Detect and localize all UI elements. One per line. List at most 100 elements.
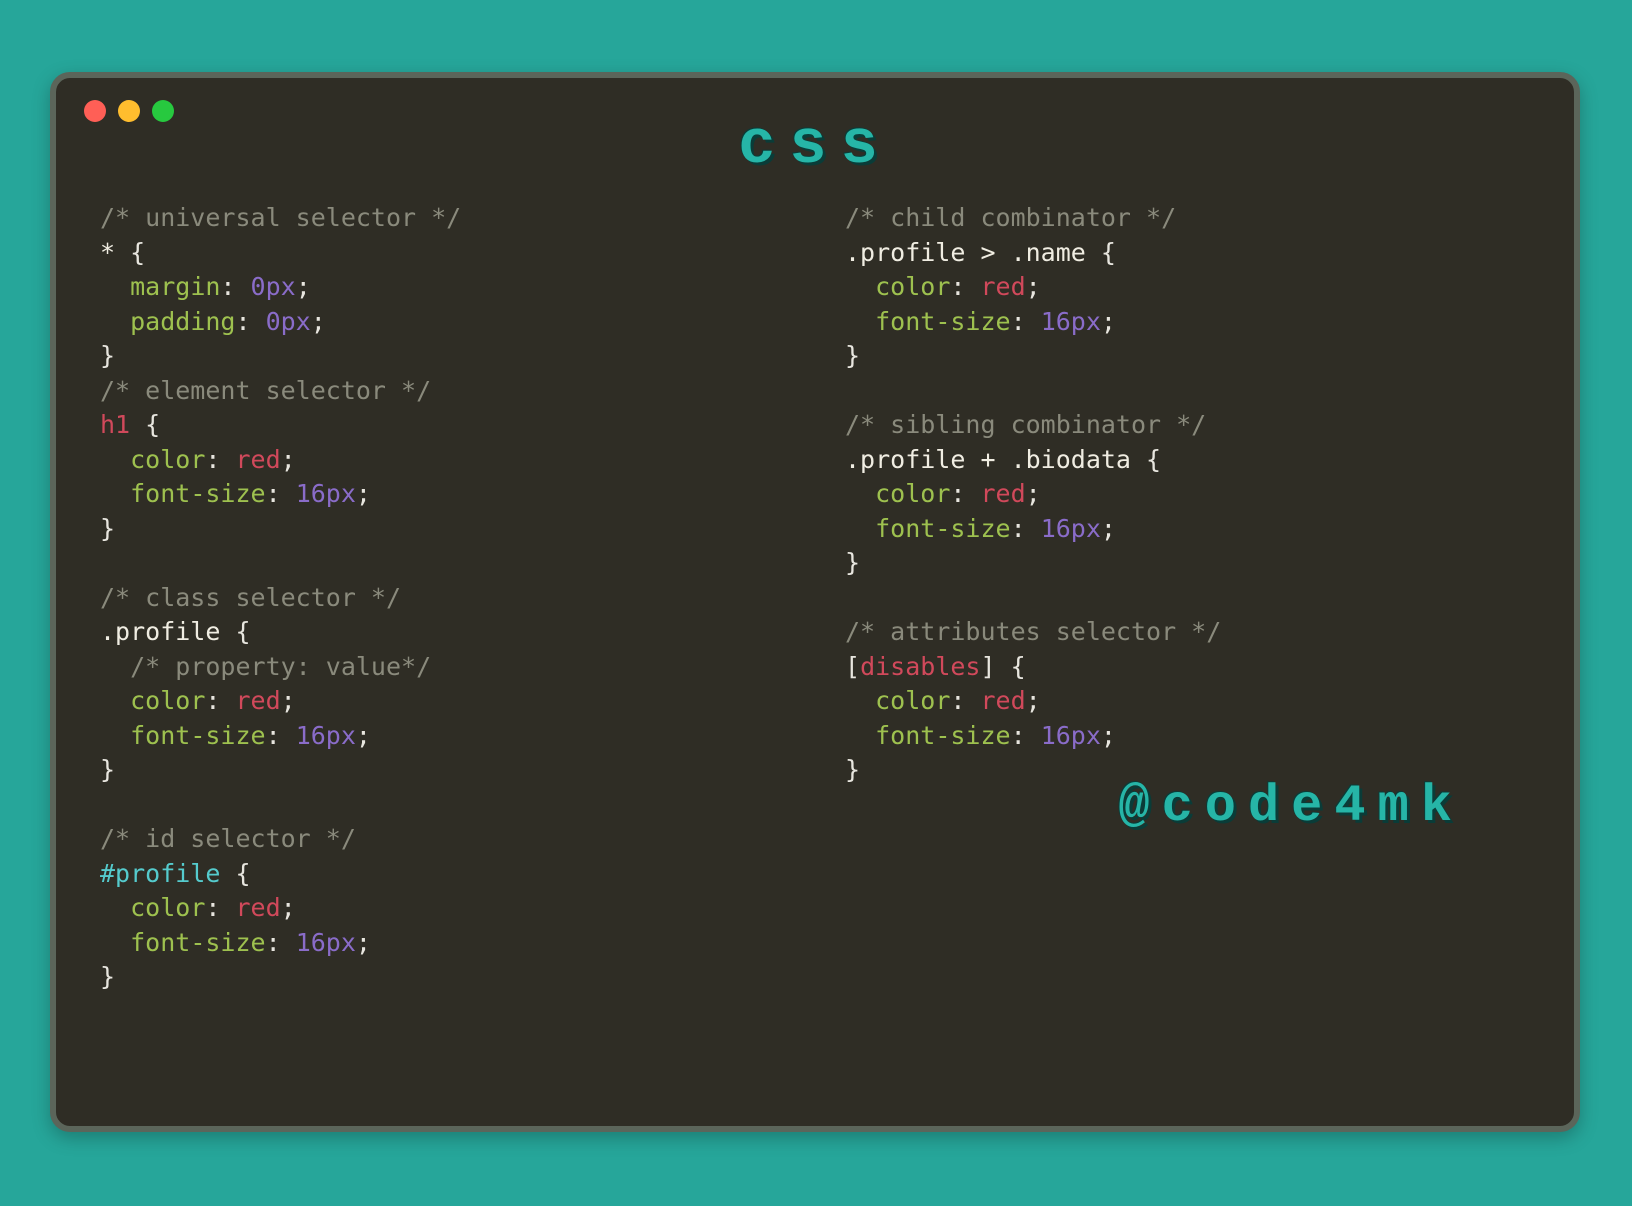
- prop-margin: margin: [130, 272, 220, 301]
- colon: :: [266, 928, 296, 957]
- val-color: red: [235, 686, 280, 715]
- val-color: red: [980, 686, 1025, 715]
- window-traffic-lights: [84, 100, 174, 122]
- prop-fontsize: font-size: [130, 721, 265, 750]
- comment-class: /* class selector */: [100, 583, 401, 612]
- brace-close: }: [845, 548, 860, 577]
- code-right: /* child combinator */ .profile > .name …: [845, 201, 1530, 788]
- prop-color: color: [130, 893, 205, 922]
- bracket-close: ]: [980, 652, 995, 681]
- brace-close: }: [100, 755, 115, 784]
- colon: :: [266, 479, 296, 508]
- brace-close: }: [100, 514, 115, 543]
- semi: ;: [1026, 686, 1041, 715]
- brace-close: }: [845, 341, 860, 370]
- prop-color: color: [875, 686, 950, 715]
- colon: :: [205, 686, 235, 715]
- selector-star: *: [100, 238, 115, 267]
- colon: :: [1011, 721, 1041, 750]
- selector-id: #profile: [100, 859, 220, 888]
- prop-color: color: [875, 272, 950, 301]
- prop-padding: padding: [130, 307, 235, 336]
- title: css: [84, 110, 1546, 181]
- colon: :: [205, 893, 235, 922]
- semi: ;: [281, 893, 296, 922]
- prop-color: color: [130, 445, 205, 474]
- brace-close: }: [100, 341, 115, 370]
- prop-fontsize: font-size: [130, 479, 265, 508]
- prop-fontsize: font-size: [875, 514, 1010, 543]
- prop-fontsize: font-size: [130, 928, 265, 957]
- semi: ;: [1101, 307, 1116, 336]
- colon: :: [950, 686, 980, 715]
- semi: ;: [296, 272, 311, 301]
- selector-h1: h1: [100, 410, 130, 439]
- semi: ;: [1101, 721, 1116, 750]
- brace-open: {: [115, 238, 145, 267]
- prop-fontsize: font-size: [875, 721, 1010, 750]
- semi: ;: [281, 686, 296, 715]
- val-color: red: [235, 445, 280, 474]
- comment-element: /* element selector */: [100, 376, 431, 405]
- code-left: /* universal selector */ * { margin: 0px…: [100, 201, 785, 995]
- semi: ;: [1026, 272, 1041, 301]
- comment-sibling: /* sibling combinator */: [845, 410, 1206, 439]
- comment-id: /* id selector */: [100, 824, 356, 853]
- colon: :: [266, 721, 296, 750]
- semi: ;: [356, 721, 371, 750]
- credit-handle: @code4mk: [1118, 777, 1464, 836]
- val-fontsize: 16px: [1041, 721, 1101, 750]
- brace-open: {: [996, 652, 1026, 681]
- val-fontsize: 16px: [1041, 514, 1101, 543]
- brace-open: {: [220, 859, 250, 888]
- selector-class: .profile: [100, 617, 220, 646]
- left-column: /* universal selector */ * { margin: 0px…: [100, 201, 785, 995]
- val-fontsize: 16px: [296, 479, 356, 508]
- colon: :: [950, 272, 980, 301]
- code-columns: /* universal selector */ * { margin: 0px…: [84, 201, 1546, 995]
- minimize-icon[interactable]: [118, 100, 140, 122]
- comment-attr: /* attributes selector */: [845, 617, 1221, 646]
- val-color: red: [980, 479, 1025, 508]
- brace-open: {: [220, 617, 250, 646]
- selector-attr: disables: [860, 652, 980, 681]
- brace-open: {: [1131, 445, 1161, 474]
- semi: ;: [311, 307, 326, 336]
- prop-color: color: [875, 479, 950, 508]
- val-margin: 0px: [251, 272, 296, 301]
- selector-child: .profile > .name: [845, 238, 1086, 267]
- maximize-icon[interactable]: [152, 100, 174, 122]
- val-fontsize: 16px: [296, 721, 356, 750]
- close-icon[interactable]: [84, 100, 106, 122]
- colon: :: [950, 479, 980, 508]
- selector-sibling: .profile + .biodata: [845, 445, 1131, 474]
- prop-fontsize: font-size: [875, 307, 1010, 336]
- colon: :: [235, 307, 265, 336]
- colon: :: [1011, 514, 1041, 543]
- prop-color: color: [130, 686, 205, 715]
- comment-propvalue: /* property: value*/: [130, 652, 431, 681]
- brace-close: }: [100, 962, 115, 991]
- val-fontsize: 16px: [296, 928, 356, 957]
- val-fontsize: 16px: [1041, 307, 1101, 336]
- val-padding: 0px: [266, 307, 311, 336]
- colon: :: [220, 272, 250, 301]
- semi: ;: [356, 928, 371, 957]
- bracket-open: [: [845, 652, 860, 681]
- val-color: red: [235, 893, 280, 922]
- comment-child: /* child combinator */: [845, 203, 1176, 232]
- stage: css /* universal selector */ * { margin:…: [0, 0, 1632, 1204]
- right-column: /* child combinator */ .profile > .name …: [785, 201, 1530, 995]
- colon: :: [1011, 307, 1041, 336]
- brace-close: }: [845, 755, 860, 784]
- colon: :: [205, 445, 235, 474]
- brace-open: {: [130, 410, 160, 439]
- semi: ;: [1101, 514, 1116, 543]
- code-window: css /* universal selector */ * { margin:…: [50, 72, 1580, 1132]
- brace-open: {: [1086, 238, 1116, 267]
- semi: ;: [356, 479, 371, 508]
- comment-universal: /* universal selector */: [100, 203, 461, 232]
- semi: ;: [1026, 479, 1041, 508]
- semi: ;: [281, 445, 296, 474]
- val-color: red: [980, 272, 1025, 301]
